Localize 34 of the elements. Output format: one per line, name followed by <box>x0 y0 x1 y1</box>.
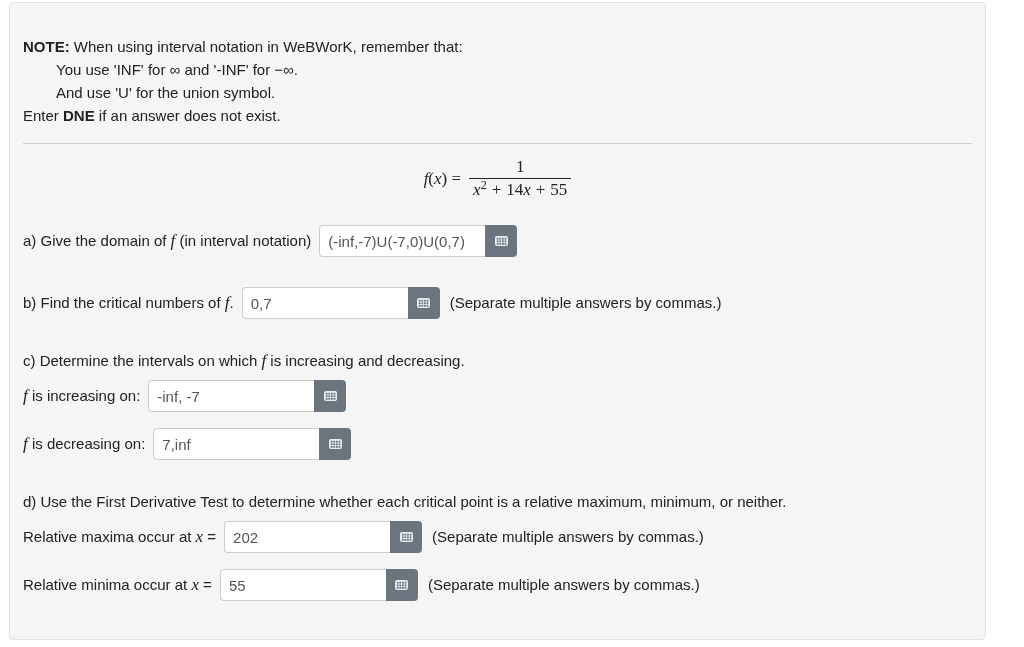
keypad-button[interactable] <box>314 380 347 412</box>
answer-field[interactable]: 55 <box>219 569 386 601</box>
field-label: f is decreasing on: <box>23 433 146 456</box>
field-label: a) Give the domain of f (in interval notation) <box>23 230 312 253</box>
keypad-icon <box>417 298 431 308</box>
question-text: d) Use the First Derivative Test to determine whether each critical point is a relative maximum, minimum, or neither. <box>23 492 788 512</box>
keypad-button[interactable] <box>319 428 352 460</box>
keypad-button[interactable] <box>385 569 418 601</box>
keypad-button[interactable] <box>407 287 440 319</box>
math-formula: f(x) = 1 x$^{2}$ + 14x + 55 <box>423 156 572 201</box>
keypad-button[interactable] <box>485 225 518 257</box>
answer-field[interactable]: 7,inf <box>153 428 320 460</box>
keypad-icon <box>399 532 413 542</box>
note-text: Enter DNE if an answer does not exist. <box>23 106 282 126</box>
answer-field[interactable]: 202 <box>224 521 391 553</box>
hint-text: (Separate multiple answers by commas.) <box>427 574 700 595</box>
question-text: c) Determine the intervals on which f is increasing and decreasing. <box>23 350 466 372</box>
answer-field[interactable]: (-inf,-7)U(-7,0)U(0,7) <box>319 225 486 257</box>
note-text: You use 'INF' for ∞ and '-INF' for −∞. <box>55 60 299 80</box>
answer-field[interactable]: -inf, -7 <box>148 380 315 412</box>
field-label: b) Find the critical numbers of f. <box>23 292 234 315</box>
field-label: f is increasing on: <box>23 385 141 408</box>
note-text: And use 'U' for the union symbol. <box>55 83 277 103</box>
note-text: NOTE: When using interval notation in WeBWorK, remember that: <box>23 37 464 57</box>
hint-text: (Separate multiple answers by commas.) <box>449 292 722 313</box>
hint-text: (Separate multiple answers by commas.) <box>432 526 704 547</box>
keypad-button[interactable] <box>390 521 423 553</box>
keypad-icon <box>494 236 508 246</box>
keypad-icon <box>323 391 337 401</box>
answer-field[interactable]: 0,7 <box>241 287 408 319</box>
keypad-icon <box>395 580 409 590</box>
field-label: Relative minima occur at x = <box>23 574 212 597</box>
keypad-icon <box>328 439 342 449</box>
field-label: Relative maxima occur at x = <box>23 526 217 549</box>
